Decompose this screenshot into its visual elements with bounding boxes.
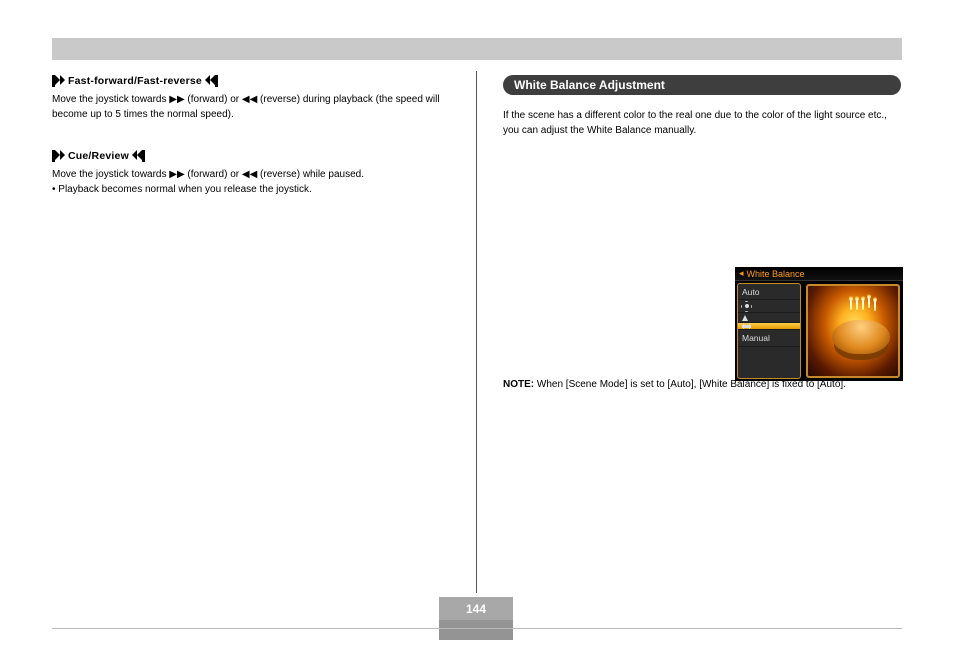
- wb-item-incandescent[interactable]: [738, 313, 800, 323]
- wb-item-manual[interactable]: Manual: [738, 330, 800, 346]
- fast-reverse-icon: [206, 75, 218, 87]
- page-sub-tab: [439, 620, 513, 640]
- fast-forward-icon: [52, 150, 64, 162]
- section-body: Move the joystick towards ▶▶ (forward) o…: [52, 168, 460, 197]
- chevron-left-icon: ◂: [739, 268, 744, 279]
- menu-title-bar: ◂ White Balance: [735, 267, 903, 281]
- section-title: Fast-forward/Fast-reverse: [68, 75, 202, 87]
- page-header-bar: [52, 38, 902, 60]
- fluorescent-icon: [742, 325, 751, 328]
- section-title: Cue/Review: [68, 150, 129, 162]
- section-header-white-balance: White Balance Adjustment: [503, 75, 901, 95]
- section-intro: If the scene has a different color to th…: [503, 109, 903, 138]
- wb-item-daylight[interactable]: [738, 300, 800, 313]
- menu-list: Auto Manual: [737, 283, 801, 379]
- fast-forward-icon: [52, 75, 64, 87]
- sun-icon: [742, 302, 751, 311]
- column-divider: [476, 71, 477, 593]
- white-balance-menu-screenshot: ◂ White Balance Auto Manual: [735, 267, 903, 381]
- incandescent-icon: [742, 315, 748, 321]
- fast-reverse-icon: [133, 150, 145, 162]
- section-fast-forward: Fast-forward/Fast-reverse Move the joyst…: [52, 75, 460, 122]
- section-body: Move the joystick towards ▶▶ (forward) o…: [52, 93, 460, 122]
- right-column: White Balance Adjustment If the scene ha…: [503, 75, 903, 393]
- section-cue-review: Cue/Review Move the joystick towards ▶▶ …: [52, 150, 460, 197]
- wb-item-auto[interactable]: Auto: [738, 284, 800, 300]
- page-number-tab: 144: [439, 597, 513, 620]
- left-column: Fast-forward/Fast-reverse Move the joyst…: [52, 75, 460, 225]
- wb-item-fluorescent[interactable]: [738, 323, 800, 330]
- note-label: NOTE:: [503, 379, 534, 390]
- footer-rule: [52, 628, 902, 629]
- menu-preview-image: [806, 284, 900, 378]
- menu-title: White Balance: [747, 269, 805, 279]
